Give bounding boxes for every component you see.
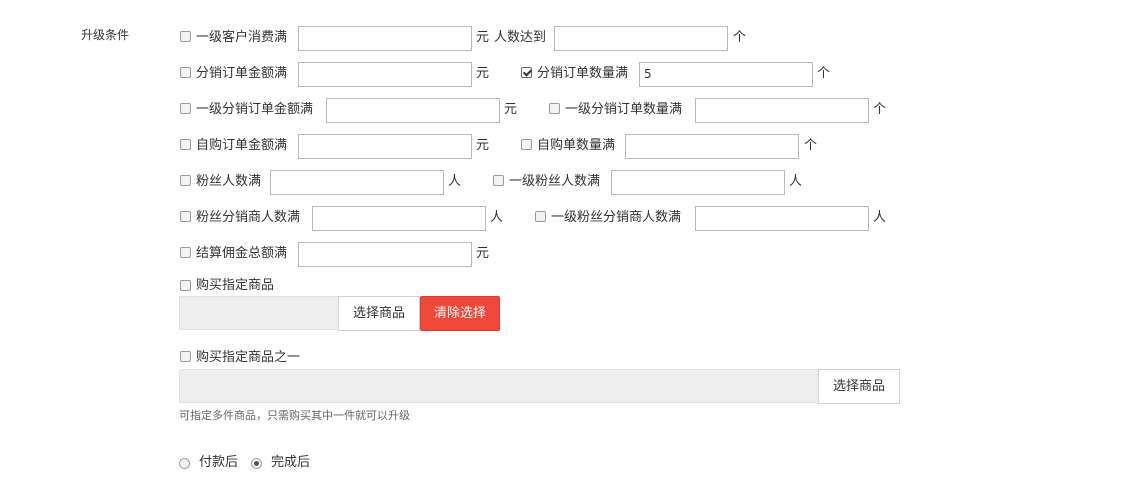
checkbox-c6[interactable] [180, 139, 191, 150]
unit-c6: 元 [476, 138, 490, 153]
checkbox-c4[interactable] [180, 103, 191, 114]
input-c10[interactable] [312, 206, 486, 231]
unit-c5: 个 [873, 102, 887, 117]
label-after-payment: 付款后 [199, 455, 239, 470]
checkbox-c7[interactable] [521, 139, 532, 150]
radio-after-completion[interactable] [251, 458, 262, 469]
label-c1: 一级客户消费满 [196, 30, 288, 45]
label-c12: 结算佣金总额满 [196, 246, 288, 261]
checkbox-c8[interactable] [180, 175, 191, 186]
input-c8[interactable] [270, 170, 444, 195]
checkbox-c10[interactable] [180, 211, 191, 222]
label-c11: 一级粉丝分销商人数满 [551, 210, 682, 225]
input-c4[interactable] [326, 98, 500, 123]
label-c5: 一级分销订单数量满 [565, 102, 683, 117]
select-product-button[interactable]: 选择商品 [338, 296, 420, 331]
label-c4: 一级分销订单金额满 [196, 102, 314, 117]
unit-c3: 个 [817, 66, 831, 81]
label-after-completion: 完成后 [271, 455, 311, 470]
checkbox-c2[interactable] [180, 67, 191, 78]
input-c7[interactable] [625, 134, 799, 159]
label-c1b: 人数达到 [494, 30, 547, 45]
unit-c9: 人 [789, 174, 803, 189]
checkbox-buy-one-of[interactable] [180, 351, 191, 362]
unit-c12: 元 [476, 246, 490, 261]
unit-c8: 人 [448, 174, 462, 189]
unit-c11: 人 [873, 210, 887, 225]
checkbox-c9[interactable] [493, 175, 504, 186]
checkbox-c1[interactable] [180, 31, 191, 42]
label-c3: 分销订单数量满 [537, 66, 629, 81]
input-c1b[interactable] [554, 26, 728, 51]
input-c6[interactable] [298, 134, 472, 159]
checkbox-buy-product[interactable] [180, 280, 191, 291]
label-c2: 分销订单金额满 [196, 66, 288, 81]
label-c6: 自购订单金额满 [196, 138, 288, 153]
label-c8: 粉丝人数满 [196, 174, 262, 189]
label-c10: 粉丝分销商人数满 [196, 210, 301, 225]
input-c12[interactable] [298, 242, 472, 267]
checkbox-c12[interactable] [180, 247, 191, 258]
unit-c4: 元 [504, 102, 518, 117]
clear-selection-button[interactable]: 清除选择 [420, 296, 500, 331]
label-buy-product: 购买指定商品 [196, 278, 275, 293]
unit-c10: 人 [490, 210, 504, 225]
unit-c7: 个 [804, 138, 818, 153]
input-c1[interactable] [298, 26, 472, 51]
select-products-button[interactable]: 选择商品 [818, 369, 900, 404]
section-label: 升级条件 [81, 28, 130, 42]
checkbox-c5[interactable] [549, 103, 560, 114]
input-c11[interactable] [695, 206, 869, 231]
radio-after-payment[interactable] [179, 458, 190, 469]
unit-c2: 元 [476, 66, 490, 81]
selected-product-display [179, 296, 339, 330]
label-c9: 一级粉丝人数满 [509, 174, 601, 189]
label-c7: 自购单数量满 [537, 138, 616, 153]
checkbox-c3[interactable] [521, 67, 532, 78]
input-c5[interactable] [695, 98, 869, 123]
unit-c1b: 个 [733, 30, 747, 45]
input-c9[interactable] [611, 170, 785, 195]
hint-text: 可指定多件商品，只需购买其中一件就可以升级 [179, 409, 410, 422]
checkbox-c11[interactable] [535, 211, 546, 222]
label-buy-one-of: 购买指定商品之一 [196, 350, 301, 365]
selected-products-display [179, 369, 820, 403]
input-c2[interactable] [298, 62, 472, 87]
unit-c1: 元 [476, 30, 490, 45]
input-c3[interactable]: 5 [639, 62, 813, 87]
